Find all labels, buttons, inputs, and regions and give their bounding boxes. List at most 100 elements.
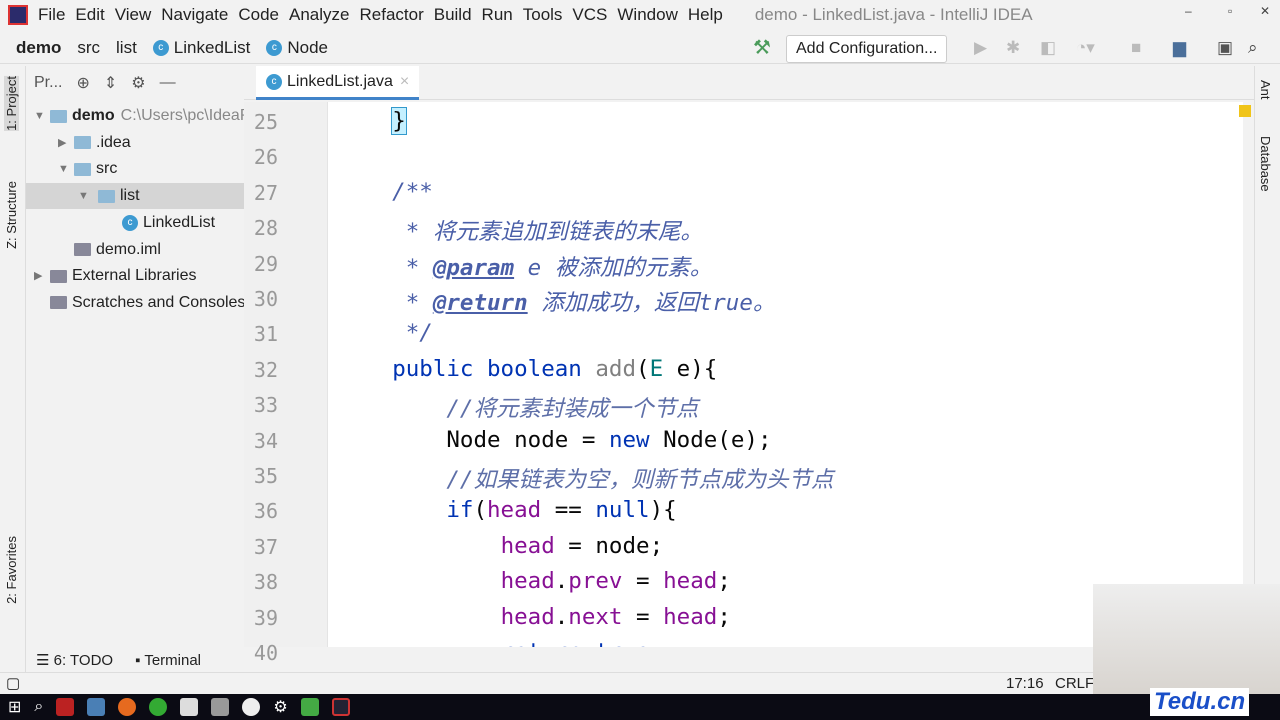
menu-window[interactable]: Window <box>617 5 677 25</box>
code-token: @return <box>432 290 528 316</box>
tab-linkedlist-java[interactable]: c LinkedList.java × <box>256 66 420 100</box>
tree-item[interactable]: c LinkedList <box>122 210 215 236</box>
intellij-icon[interactable] <box>331 698 350 716</box>
line-separator[interactable]: CRLF <box>1055 675 1094 692</box>
settings-icon[interactable]: ⚙ <box>273 697 287 717</box>
code-editor[interactable]: } /** * 将元素追加到链表的末尾。 * @param e 被添加的元素。 … <box>328 102 1243 647</box>
code-line: //将元素封装成一个节点 <box>338 391 698 423</box>
chrome-icon[interactable] <box>149 698 168 716</box>
expand-arrow-icon[interactable]: ▼ <box>58 156 69 182</box>
line-number: 34 <box>253 428 278 453</box>
tree-item-label: demo <box>72 107 115 124</box>
editor-tabs: c LinkedList.java × <box>244 66 1254 100</box>
code-token: //如果链表为空，则新节点成为头节点 <box>338 467 834 493</box>
app-icon[interactable] <box>300 698 319 716</box>
profile-icon[interactable]: ◔▾ <box>1076 38 1095 58</box>
project-tree: ▼demoC:\Users\pc\IdeaProjects▶.idea▼src▼… <box>26 102 244 642</box>
menu-code[interactable]: Code <box>238 5 279 25</box>
code-line: if(head == null){ <box>338 497 676 524</box>
close-tab-icon[interactable]: × <box>400 73 409 91</box>
tree-item[interactable]: Scratches and Consoles <box>50 290 244 316</box>
app-icon[interactable] <box>242 698 261 716</box>
tree-item[interactable]: ▶ .idea <box>58 130 131 156</box>
expand-arrow-icon[interactable]: ▼ <box>78 183 89 209</box>
tree-item[interactable]: ▶ External Libraries <box>34 263 197 289</box>
debug-icon[interactable]: ✱ <box>1006 38 1020 58</box>
breadcrumb-demo[interactable]: demo <box>16 38 61 58</box>
tab-terminal[interactable]: ▪ Terminal <box>135 652 201 669</box>
crumb-label: Node <box>287 37 328 57</box>
build-hammer-icon[interactable]: ⚒ <box>753 35 771 60</box>
window-title: demo - LinkedList.java - IntelliJ IDEA <box>754 5 1033 24</box>
layout-icon[interactable]: ▢ <box>6 674 20 692</box>
expand-arrow-icon[interactable]: ▶ <box>58 130 66 156</box>
tree-item[interactable]: demo.iml <box>74 237 161 263</box>
menu-edit[interactable]: Edit <box>75 5 104 25</box>
stop-icon[interactable]: ■ <box>1131 38 1141 58</box>
menu-help[interactable]: Help <box>688 5 723 25</box>
breadcrumb-node[interactable]: c Node <box>266 38 328 58</box>
breadcrumb-list[interactable]: list <box>116 38 137 58</box>
add-configuration-button[interactable]: Add Configuration... <box>786 35 948 63</box>
code-token: if <box>446 497 474 524</box>
tree-item-path: C:\Users\pc\IdeaProjects <box>120 107 244 124</box>
menu-run[interactable]: Run <box>482 5 513 25</box>
tree-item-label: .idea <box>96 133 131 151</box>
project-view-selector[interactable]: Pr... <box>34 74 62 92</box>
menu-tools[interactable]: Tools <box>523 5 563 25</box>
expand-arrow-icon[interactable]: ▶ <box>34 263 42 289</box>
line-number: 31 <box>253 322 278 347</box>
hide-icon[interactable]: — <box>160 74 176 92</box>
breadcrumb-src[interactable]: src <box>77 38 100 58</box>
expand-arrow-icon[interactable]: ▼ <box>34 103 45 129</box>
tab-database[interactable]: Database <box>1258 136 1273 192</box>
gear-icon[interactable]: ⚙ <box>131 73 145 93</box>
caret-position[interactable]: 17:16 <box>1006 675 1044 692</box>
tree-item[interactable]: ▼ list <box>26 183 244 210</box>
tree-item[interactable]: ▼ src <box>58 156 117 182</box>
coverage-icon[interactable]: ◧ <box>1040 38 1056 58</box>
tab-project[interactable]: 1: Project <box>4 76 19 131</box>
project-structure-icon[interactable]: ▆ <box>1173 38 1186 58</box>
menu-build[interactable]: Build <box>434 5 472 25</box>
tab-todo[interactable]: ☰ 6: TODO <box>36 651 113 669</box>
maximize-button[interactable]: ▫ <box>1228 4 1232 18</box>
close-button[interactable]: ✕ <box>1260 4 1270 18</box>
tree-item[interactable]: ▼ demo C:\Users\pc\IdeaProjects <box>34 103 244 129</box>
tab-favorites[interactable]: 2: Favorites <box>4 536 19 604</box>
shield-icon[interactable] <box>211 698 230 716</box>
menu-analyze[interactable]: Analyze <box>289 5 349 25</box>
analysis-warning-icon[interactable] <box>1239 105 1251 117</box>
tree-item-label: LinkedList <box>143 213 216 231</box>
menu-file[interactable]: File <box>38 5 65 25</box>
line-number: 36 <box>253 499 278 524</box>
filezilla-icon[interactable] <box>56 698 75 716</box>
collapse-icon[interactable]: ⇕ <box>104 73 117 93</box>
search-icon[interactable]: ⌕ <box>34 698 43 716</box>
menu-refactor[interactable]: Refactor <box>359 5 423 25</box>
app-icon[interactable] <box>87 698 106 716</box>
tab-structure[interactable]: Z: Structure <box>4 181 19 249</box>
code-line: public boolean add(E e){ <box>338 356 717 382</box>
terminal-window-icon[interactable]: ▣ <box>1217 38 1233 58</box>
line-number: 39 <box>253 605 278 630</box>
locate-icon[interactable]: ⊕ <box>76 73 89 93</box>
tree-item-label: list <box>120 187 140 205</box>
menu-vcs[interactable]: VCS <box>572 5 607 25</box>
code-token: = node; <box>554 532 664 559</box>
menu-view[interactable]: View <box>115 5 152 25</box>
search-icon[interactable]: ⌕ <box>1248 38 1258 58</box>
notepad-icon[interactable] <box>180 698 199 716</box>
minimize-button[interactable]: – <box>1185 4 1192 18</box>
menu-navigate[interactable]: Navigate <box>161 5 228 25</box>
windows-start-icon[interactable]: ⊞ <box>8 697 21 717</box>
tab-ant[interactable]: Ant <box>1258 80 1273 100</box>
right-tool-strip: Ant Database <box>1254 66 1280 672</box>
firefox-icon[interactable] <box>118 698 137 716</box>
run-icon[interactable]: ▶ <box>974 38 987 58</box>
code-token: ( <box>473 497 488 524</box>
breadcrumb-linkedlist[interactable]: c LinkedList <box>152 38 250 58</box>
code-token: next <box>568 603 623 630</box>
